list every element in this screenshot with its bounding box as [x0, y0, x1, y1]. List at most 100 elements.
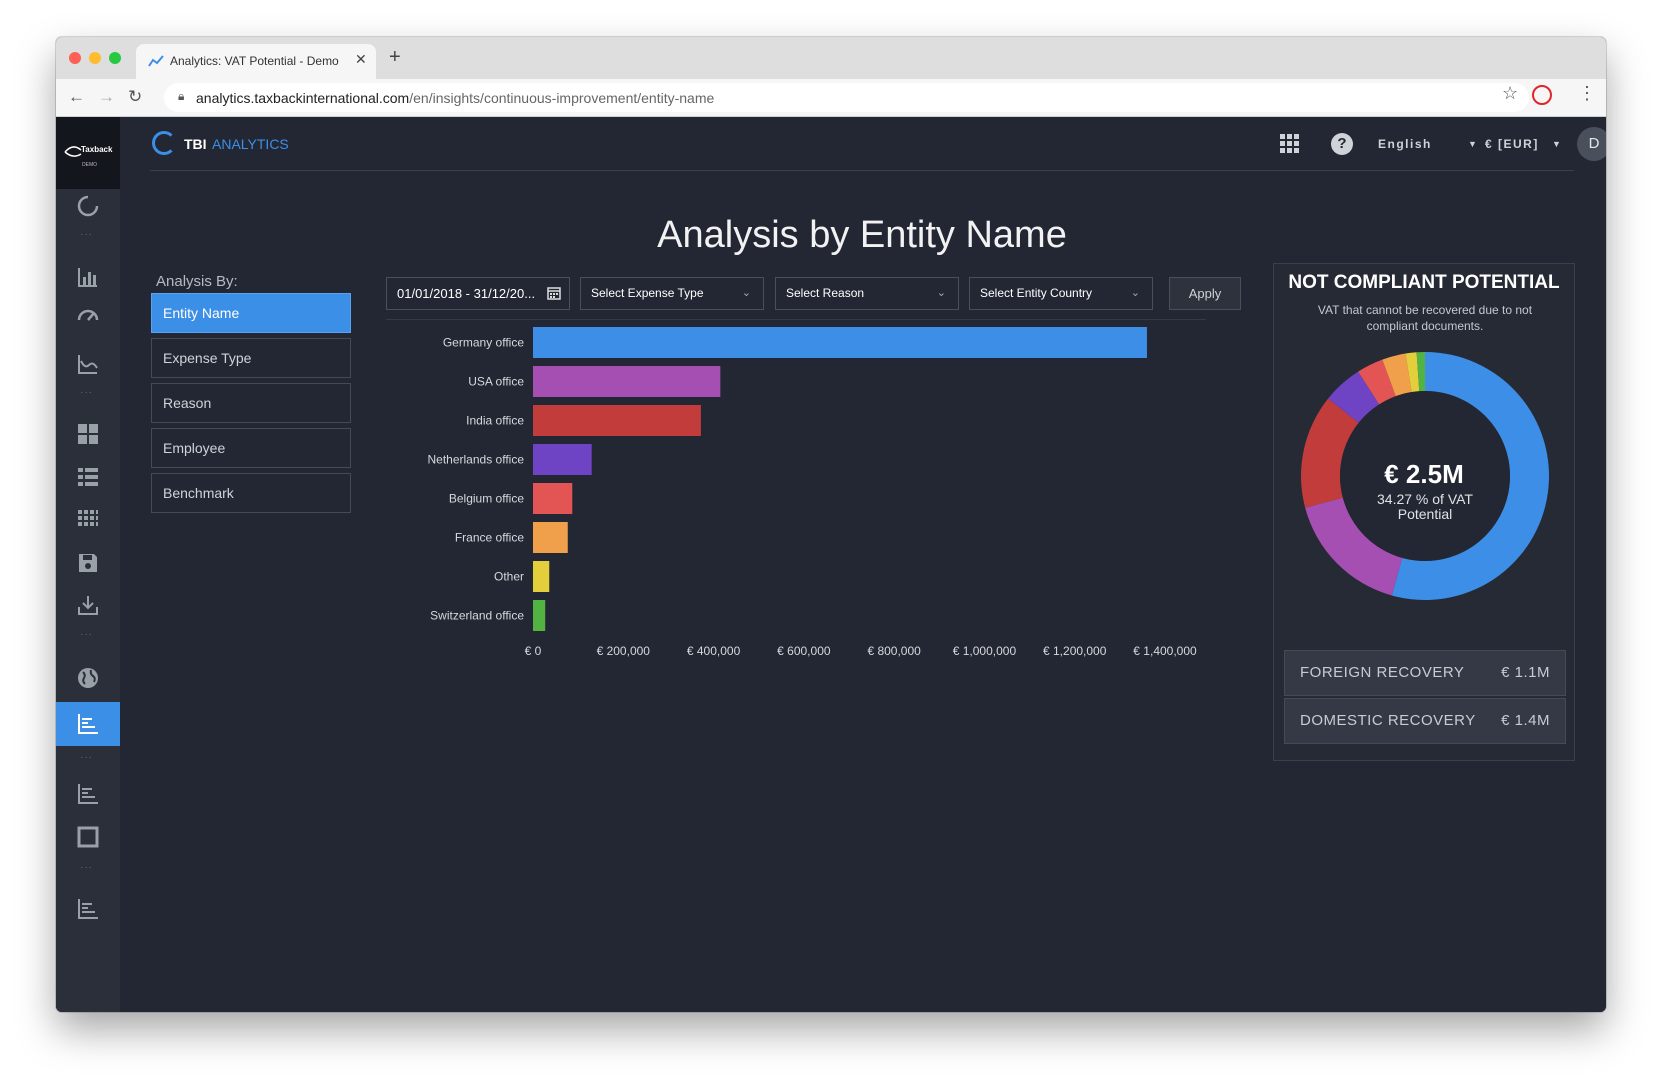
x-tick-label: € 1,400,000: [1133, 644, 1197, 658]
category-label: Belgium office: [449, 492, 524, 506]
logo-text: Taxback: [81, 145, 113, 154]
category-label: Switzerland office: [430, 609, 524, 623]
bar[interactable]: [533, 522, 568, 553]
brand-secondary: ANALYTICS: [212, 136, 289, 152]
expense-type-select[interactable]: Select Expense Type ⌄: [580, 277, 764, 310]
chevron-down-icon: ⌄: [1130, 287, 1140, 299]
bar[interactable]: [533, 366, 721, 397]
tab-strip: Analytics: VAT Potential - Demo ✕ +: [56, 37, 1606, 79]
bar[interactable]: [533, 444, 592, 475]
dashboard-icon[interactable]: [76, 423, 100, 447]
foreign-recovery-value: € 1.1M: [1501, 664, 1550, 681]
grid-view-icon[interactable]: [76, 509, 100, 533]
apps-grid-icon[interactable]: [1280, 134, 1300, 154]
domestic-recovery-value: € 1.4M: [1501, 712, 1550, 729]
apply-button[interactable]: Apply: [1169, 277, 1241, 310]
top-bar: TBI ANALYTICS ? English ▼ € [EUR] ▼ D: [150, 117, 1606, 171]
foreign-recovery-label: FOREIGN RECOVERY: [1300, 664, 1465, 681]
forward-icon[interactable]: →: [98, 87, 115, 107]
table-list-icon[interactable]: [76, 466, 100, 490]
category-label: Germany office: [443, 336, 524, 350]
currency-caret-icon[interactable]: ▼: [1552, 139, 1561, 149]
entity-country-select[interactable]: Select Entity Country ⌄: [969, 277, 1153, 310]
analysis-by-label: Analysis By:: [156, 273, 238, 290]
save-icon[interactable]: [76, 552, 100, 576]
avatar[interactable]: D: [1577, 127, 1606, 161]
x-tick-label: € 800,000: [867, 644, 921, 658]
analysis-option-entity-name[interactable]: Entity Name: [151, 293, 351, 333]
x-tick-label: € 600,000: [777, 644, 831, 658]
bar[interactable]: [533, 561, 550, 592]
bar-list-icon[interactable]: [76, 783, 100, 807]
x-tick-label: € 1,000,000: [953, 644, 1017, 658]
domestic-recovery-row: DOMESTIC RECOVERY € 1.4M: [1284, 698, 1566, 744]
maximize-window-button[interactable]: [109, 52, 121, 64]
browser-window: Analytics: VAT Potential - Demo ✕ + ← → …: [56, 37, 1606, 1012]
date-range-value: 01/01/2018 - 31/12/20...: [397, 286, 536, 301]
analysis-option-reason[interactable]: Reason: [151, 383, 351, 423]
analytics-favicon-icon: [148, 55, 164, 67]
reason-select[interactable]: Select Reason ⌄: [775, 277, 959, 310]
tab-title: Analytics: VAT Potential - Demo: [170, 54, 339, 68]
separator-dots: ···: [80, 629, 93, 640]
card-title: NOT COMPLIANT POTENTIAL: [1288, 272, 1560, 293]
bar[interactable]: [533, 600, 546, 631]
language-caret-icon[interactable]: ▼: [1468, 139, 1477, 149]
new-tab-icon[interactable]: +: [389, 46, 401, 69]
help-icon[interactable]: ?: [1331, 133, 1353, 155]
separator-dots: ···: [80, 862, 93, 873]
separator-dots: ···: [80, 752, 93, 763]
date-range-picker[interactable]: 01/01/2018 - 31/12/20...: [386, 277, 570, 310]
category-label: USA office: [468, 375, 524, 389]
brand-logo-icon: [152, 131, 176, 155]
opera-icon[interactable]: [1532, 85, 1552, 105]
tab-close-icon[interactable]: ✕: [355, 51, 367, 68]
app-area: Taxback DEMO ··· ··· ··· ··· ··· TBI ANA…: [56, 117, 1606, 1012]
url-text: analytics.taxbackinternational.com/en/in…: [196, 90, 715, 106]
separator-dots: ···: [80, 387, 93, 398]
card-subtitle: VAT that cannot be recovered due to not …: [1317, 303, 1533, 333]
page-title: Analysis by Entity Name: [657, 214, 1067, 256]
analysis-option-employee[interactable]: Employee: [151, 428, 351, 468]
sidebar-item-entity-analysis[interactable]: [56, 702, 120, 746]
globe-icon[interactable]: [76, 667, 100, 691]
line-chart-icon[interactable]: [76, 353, 100, 377]
x-tick-label: € 400,000: [687, 644, 741, 658]
currency-select[interactable]: € [EUR]: [1485, 137, 1539, 151]
browser-menu-icon[interactable]: ⋮: [1578, 83, 1596, 104]
language-select[interactable]: English: [1378, 137, 1432, 151]
bar-list-icon-2[interactable]: [76, 898, 100, 922]
browser-tab[interactable]: Analytics: VAT Potential - Demo ✕: [136, 44, 376, 79]
x-tick-label: € 0: [525, 644, 542, 658]
bookmark-star-icon[interactable]: ☆: [1502, 83, 1518, 104]
gauge-icon[interactable]: [76, 306, 100, 330]
logo-swoosh-icon: [64, 146, 82, 157]
category-label: France office: [455, 531, 524, 545]
bar[interactable]: [533, 483, 573, 514]
category-label: Netherlands office: [427, 453, 524, 467]
logo[interactable]: Taxback DEMO: [56, 117, 120, 189]
close-window-button[interactable]: [69, 52, 81, 64]
square-icon[interactable]: [76, 826, 100, 850]
analysis-option-benchmark[interactable]: Benchmark: [151, 473, 351, 513]
category-label: Other: [494, 570, 524, 584]
minimize-window-button[interactable]: [89, 52, 101, 64]
url-field[interactable]: 🔒︎ analytics.taxbackinternational.com/en…: [164, 83, 1529, 112]
bar[interactable]: [533, 327, 1147, 358]
reload-icon[interactable]: ↻: [128, 87, 142, 107]
chevron-down-icon: ⌄: [741, 287, 751, 299]
donut-percent: 34.27 % of VAT Potential: [1377, 491, 1473, 522]
foreign-recovery-row: FOREIGN RECOVERY € 1.1M: [1284, 650, 1566, 696]
download-icon[interactable]: [76, 594, 100, 618]
back-icon[interactable]: ←: [68, 87, 85, 107]
chevron-down-icon: ⌄: [936, 287, 946, 299]
x-tick-label: € 1,200,000: [1043, 644, 1107, 658]
filter-divider: [386, 319, 1206, 320]
analysis-option-expense-type[interactable]: Expense Type: [151, 338, 351, 378]
bar-chart-icon[interactable]: [76, 266, 100, 290]
brand-primary: TBI: [184, 136, 207, 152]
calendar-icon: [547, 287, 561, 300]
lock-icon: 🔒︎: [178, 89, 185, 103]
category-label: India office: [466, 414, 524, 428]
bar[interactable]: [533, 405, 701, 436]
